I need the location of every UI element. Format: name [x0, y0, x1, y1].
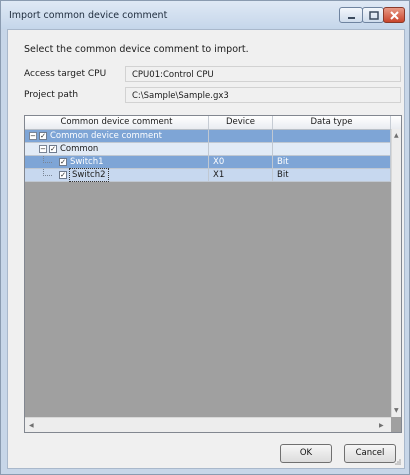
vertical-scrollbar[interactable]: ▲ ▼ — [391, 129, 401, 417]
collapse-icon[interactable]: − — [29, 132, 37, 140]
maximize-button[interactable] — [362, 7, 384, 23]
row-label: Common device comment — [50, 131, 162, 141]
import-dialog-window: Import common device comment Select the … — [0, 0, 410, 475]
tree-connector — [43, 156, 52, 163]
grid-row[interactable]: ✓ Switch2 X1 Bit — [25, 168, 391, 182]
title-bar[interactable]: Import common device comment — [1, 1, 409, 29]
scroll-up-icon[interactable]: ▲ — [394, 132, 399, 139]
grid-row[interactable]: − ✓ Common — [25, 143, 391, 156]
row-checkbox[interactable]: ✓ — [49, 145, 57, 153]
minimize-button[interactable] — [339, 7, 363, 23]
cancel-button[interactable]: Cancel — [344, 444, 396, 463]
data-type-cell: Bit — [273, 156, 391, 168]
comment-cell: − ✓ Common device comment — [25, 130, 209, 142]
close-button[interactable] — [383, 7, 405, 23]
window-title: Import common device comment — [9, 10, 168, 21]
row-label: Common — [60, 144, 99, 154]
comment-grid[interactable]: Common device comment Device Data type −… — [24, 115, 402, 433]
column-header-data-type[interactable]: Data type — [273, 116, 391, 129]
device-cell — [209, 143, 273, 155]
row-checkbox[interactable]: ✓ — [59, 171, 67, 179]
instruction-text: Select the common device comment to impo… — [24, 44, 249, 55]
comment-cell: ✓ Switch1 — [25, 156, 209, 168]
comment-cell: − ✓ Common — [25, 143, 209, 155]
close-icon — [390, 11, 399, 20]
access-cpu-field: CPU01:Control CPU — [125, 66, 401, 82]
grid-row[interactable]: ✓ Switch1 X0 Bit — [25, 156, 391, 169]
project-path-field: C:\Sample\Sample.gx3 — [125, 87, 401, 103]
row-label: Switch1 — [70, 157, 104, 167]
device-cell — [209, 130, 273, 142]
data-type-cell — [273, 143, 391, 155]
data-type-cell — [273, 130, 391, 142]
comment-cell: ✓ Switch2 — [25, 168, 209, 182]
scroll-down-icon[interactable]: ▼ — [394, 407, 399, 414]
dialog-body: Select the common device comment to impo… — [7, 29, 405, 469]
row-checkbox[interactable]: ✓ — [39, 132, 47, 140]
scroll-left-icon[interactable]: ◀ — [29, 422, 34, 429]
data-type-cell: Bit — [273, 169, 391, 181]
column-header-device[interactable]: Device — [209, 116, 273, 129]
minimize-icon — [348, 17, 355, 19]
tree-connector — [43, 169, 52, 176]
device-cell: X1 — [209, 169, 273, 181]
grid-row[interactable]: − ✓ Common device comment — [25, 130, 391, 143]
grid-header: Common device comment Device Data type — [25, 116, 401, 130]
row-checkbox[interactable]: ✓ — [59, 158, 67, 166]
collapse-icon[interactable]: − — [39, 145, 47, 153]
project-path-label: Project path — [24, 90, 79, 100]
ok-button[interactable]: OK — [280, 444, 332, 463]
maximize-icon — [369, 11, 379, 20]
column-header-comment[interactable]: Common device comment — [25, 116, 209, 129]
access-cpu-label: Access target CPU — [24, 69, 107, 79]
row-label: Switch2 — [69, 168, 109, 182]
resize-grip-icon[interactable] — [394, 458, 402, 466]
device-cell: X0 — [209, 156, 273, 168]
horizontal-scrollbar[interactable]: ◀ ▶ — [25, 417, 391, 432]
scroll-right-icon[interactable]: ▶ — [379, 422, 384, 429]
